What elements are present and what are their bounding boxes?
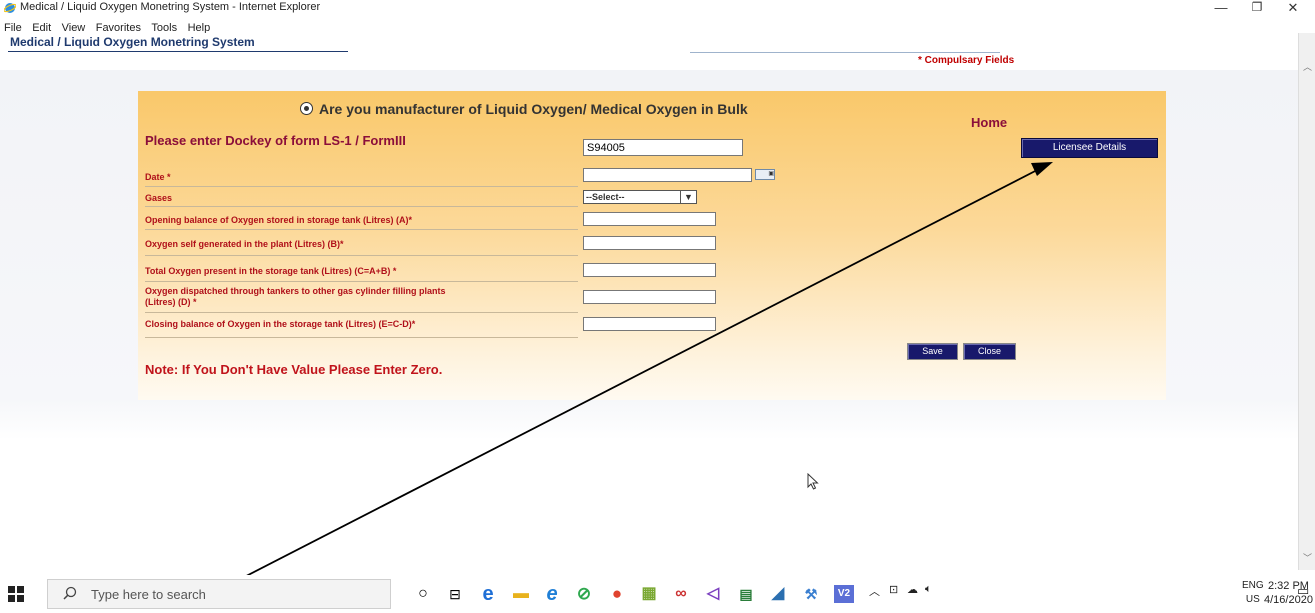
tray-chevron-up-icon[interactable]: ︿ (869, 583, 880, 599)
opening-balance-label: Opening balance of Oxygen stored in stor… (145, 215, 413, 225)
field-divider (145, 206, 578, 207)
opening-balance-input[interactable] (583, 212, 716, 226)
dispatched-input[interactable] (583, 290, 716, 304)
field-divider (145, 229, 578, 230)
dispatched-label-line1: Oxygen dispatched through tankers to oth… (145, 286, 446, 296)
dockey-label: Please enter Dockey of form LS-1 / FormI… (145, 133, 406, 148)
menu-bar: File Edit View Favorites Tools Help (0, 17, 1315, 34)
window-title: Medical / Liquid Oxygen Monetring System… (20, 1, 321, 13)
internet-explorer-icon (4, 3, 16, 13)
manufacturer-question-label: Are you manufacturer of Liquid Oxygen/ M… (319, 101, 748, 117)
licensee-details-button[interactable]: Licensee Details (1021, 138, 1158, 158)
compulsory-fields-note: * Compulsary Fields (918, 55, 1015, 66)
volume-icon[interactable]: 🔈︎ (925, 583, 932, 596)
vertical-scrollbar[interactable]: ︿ ﹀ (1298, 33, 1315, 570)
app-icon[interactable]: ∞ (670, 583, 692, 605)
closing-balance-input[interactable] (583, 317, 716, 331)
total-oxygen-input[interactable] (583, 263, 716, 277)
dispatched-label-line2: (Litres) (D) * (145, 297, 197, 307)
app-icon[interactable]: ⚒ (800, 583, 822, 605)
closing-balance-label: Closing balance of Oxygen in the storage… (145, 319, 416, 329)
app-icon[interactable]: ◢ (767, 583, 789, 605)
field-divider (145, 281, 578, 282)
edge-icon[interactable]: e (477, 583, 499, 605)
file-explorer-icon[interactable]: ▬ (510, 583, 532, 605)
scroll-down-icon[interactable]: ﹀ (1303, 551, 1312, 564)
field-divider (145, 337, 578, 338)
close-window-button[interactable]: ✕ (1273, 0, 1313, 17)
total-oxygen-label: Total Oxygen present in the storage tank… (145, 266, 397, 276)
calendar-icon[interactable]: ▣ (755, 169, 775, 180)
network-icon[interactable]: ⊡ (889, 583, 898, 596)
home-link[interactable]: Home (971, 115, 1007, 130)
manufacturer-radio[interactable] (300, 102, 313, 115)
window-titlebar: Medical / Liquid Oxygen Monetring System… (0, 0, 1315, 17)
notification-icon[interactable]: ▭ (1297, 583, 1309, 599)
gases-selected-value: --Select-- (586, 192, 625, 202)
self-generated-label: Oxygen self generated in the plant (Litr… (145, 239, 344, 249)
header-divider (690, 52, 1000, 53)
field-divider (145, 312, 578, 313)
search-placeholder: Type here to search (91, 587, 206, 602)
app-title: Medical / Liquid Oxygen Monetring System (10, 35, 255, 49)
windows-taskbar: Type here to search ○ ⊟ e ▬ e ⊘ ● ▦ ∞ ◁ … (0, 575, 1315, 613)
search-icon (63, 586, 77, 600)
date-label: Date * (145, 172, 171, 182)
visual-studio-icon[interactable]: ◁ (702, 583, 724, 605)
app-header: Medical / Liquid Oxygen Monetring System… (0, 33, 1298, 70)
manufacturer-question: Are you manufacturer of Liquid Oxygen/ M… (300, 101, 748, 117)
onedrive-icon[interactable]: ☁ (907, 583, 918, 596)
gases-label: Gases (145, 193, 173, 203)
windows-start-icon[interactable] (8, 586, 24, 602)
date-input[interactable] (583, 168, 752, 182)
cortana-icon[interactable]: ○ (412, 583, 434, 605)
dockey-input[interactable] (583, 139, 743, 156)
restore-button[interactable]: ❐ (1237, 0, 1277, 17)
internet-explorer-icon[interactable]: e (541, 583, 563, 605)
scroll-up-icon[interactable]: ︿ (1303, 60, 1312, 73)
app-icon[interactable]: ▤ (735, 583, 757, 605)
task-view-icon[interactable]: ⊟ (444, 583, 466, 605)
chevron-down-icon[interactable]: ▼ (680, 190, 697, 204)
save-button[interactable]: Save (907, 343, 958, 360)
gases-select[interactable]: --Select-- ▼ (583, 190, 697, 204)
field-divider (145, 255, 578, 256)
app-icon[interactable]: ▦ (638, 583, 660, 605)
app-icon[interactable]: ⊘ (573, 583, 595, 605)
self-generated-input[interactable] (583, 236, 716, 250)
region-code: US (1245, 594, 1260, 605)
app-icon[interactable]: V2 (834, 585, 854, 603)
close-button[interactable]: Close (963, 343, 1016, 360)
mouse-pointer-icon (807, 473, 819, 490)
zero-value-note: Note: If You Don't Have Value Please Ent… (145, 362, 443, 377)
field-divider (145, 186, 578, 187)
language-code: ENG (1242, 580, 1264, 591)
chrome-icon[interactable]: ● (606, 583, 628, 605)
minimize-button[interactable]: — (1201, 0, 1241, 17)
taskbar-search[interactable]: Type here to search (47, 579, 391, 609)
title-underline (8, 51, 348, 52)
language-indicator[interactable]: ENG US (1242, 579, 1264, 607)
